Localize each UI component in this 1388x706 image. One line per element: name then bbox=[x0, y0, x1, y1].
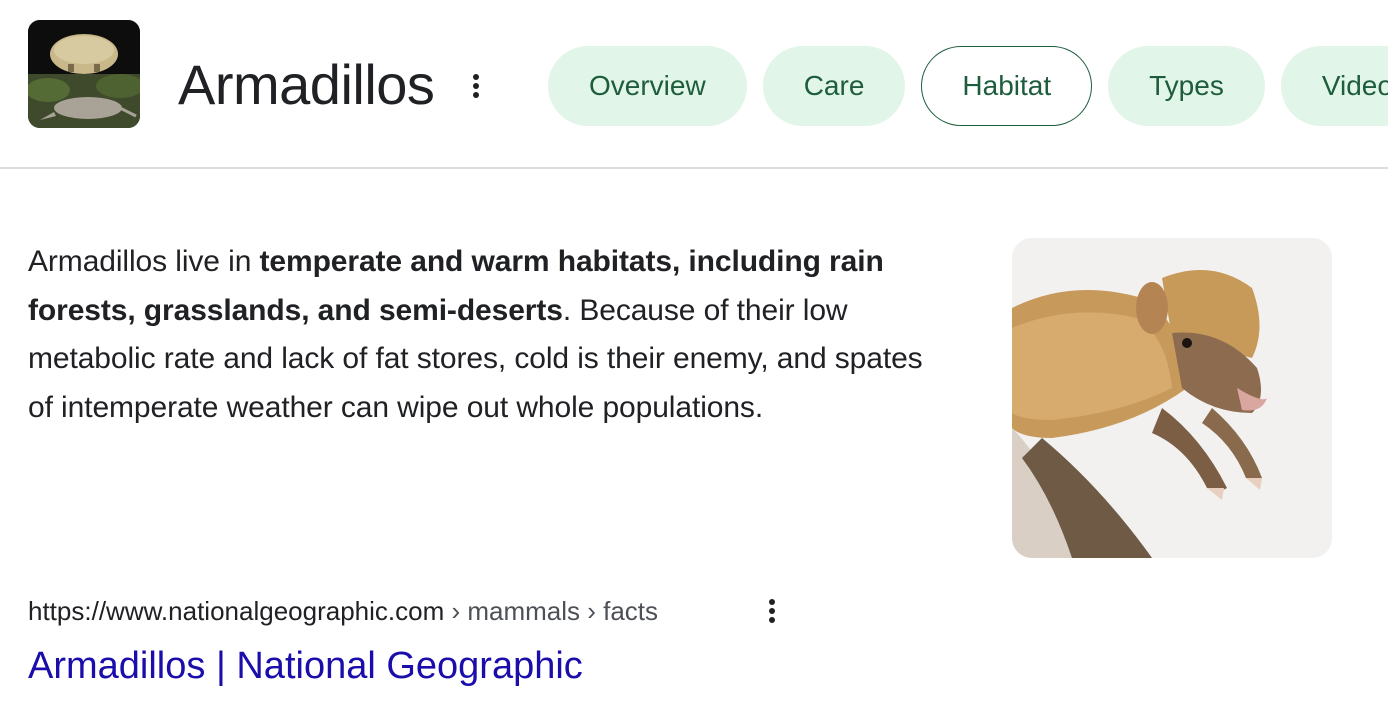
source-breadcrumbs: › mammals › facts bbox=[444, 596, 659, 626]
tab-videos[interactable]: Videos bbox=[1280, 46, 1388, 126]
entity-title: Armadillos bbox=[178, 53, 435, 116]
featured-snippet-text: Armadillos live in temperate and warm ha… bbox=[28, 238, 948, 432]
more-vert-icon[interactable] bbox=[760, 596, 784, 626]
source-domain: https://www.nationalgeographic.com bbox=[28, 596, 445, 626]
snippet-prefix: Armadillos live in bbox=[28, 245, 260, 278]
armadillo-thumbnail-image bbox=[28, 20, 140, 128]
tab-types[interactable]: Types bbox=[1108, 46, 1265, 126]
result-title-link[interactable]: Armadillos | National Geographic bbox=[28, 642, 583, 690]
tab-care[interactable]: Care bbox=[762, 46, 906, 126]
topic-tabs: Overview Care Habitat Types Videos bbox=[548, 46, 1388, 126]
armadillo-photo bbox=[1012, 238, 1332, 558]
snippet-image[interactable] bbox=[1012, 238, 1332, 558]
tab-overview[interactable]: Overview bbox=[548, 46, 747, 126]
tab-habitat[interactable]: Habitat bbox=[921, 46, 1093, 126]
source-url[interactable]: https://www.nationalgeographic.com › mam… bbox=[28, 594, 658, 628]
more-vert-icon[interactable] bbox=[464, 70, 488, 102]
entity-thumbnail[interactable] bbox=[28, 20, 140, 128]
entity-header: Armadillos Overview Care Habitat Types V… bbox=[0, 0, 1388, 169]
